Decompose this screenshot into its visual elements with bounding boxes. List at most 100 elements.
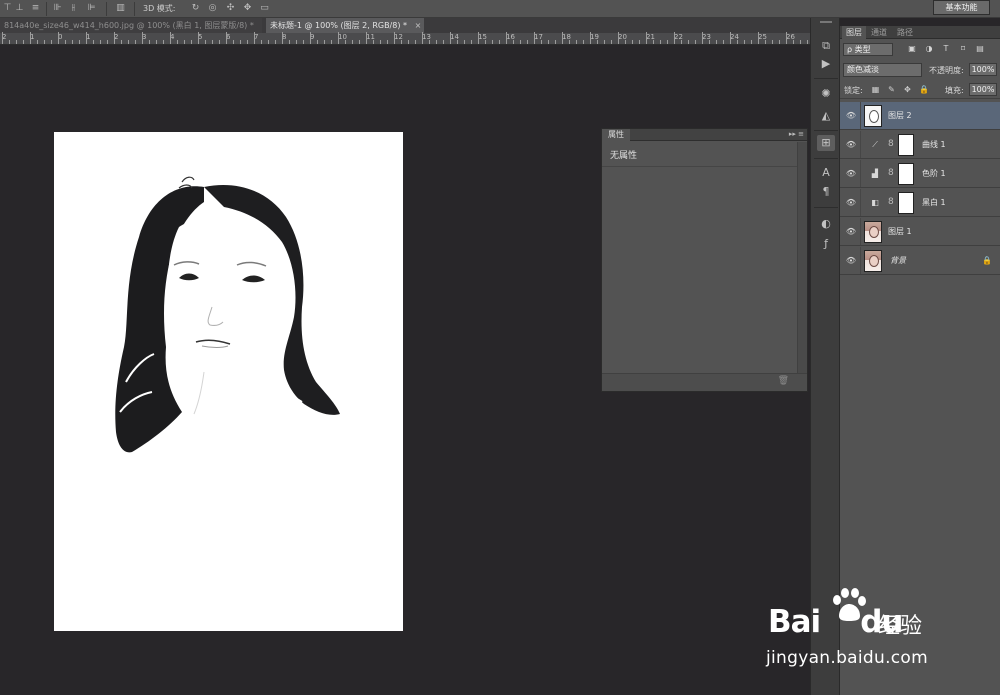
tab-paths[interactable]: 路径 (893, 26, 917, 39)
opacity-input[interactable]: 100% (969, 63, 997, 76)
ruler-tick (674, 32, 675, 44)
lock-row: 锁定: ▦ ✎ ✥ 🔒 填充: 100% (840, 81, 1000, 99)
filter-pixel-icon[interactable]: ▣ (907, 44, 917, 54)
lock-image-icon[interactable]: ✎ (887, 85, 896, 94)
filter-adjustment-icon[interactable]: ◑ (924, 44, 934, 54)
character-icon[interactable]: A (817, 165, 835, 181)
history-icon[interactable]: ⧉ (817, 38, 835, 54)
eye-icon[interactable]: 👁 (845, 111, 857, 121)
layer-thumbnail (864, 105, 882, 127)
auto-align-icon[interactable]: ▥ (115, 3, 126, 14)
eye-icon[interactable]: 👁 (845, 140, 857, 150)
ruler-tick (121, 40, 122, 44)
workspace-switcher[interactable]: 基本功能 (933, 0, 990, 15)
filter-smart-object-icon[interactable]: ▤ (975, 44, 985, 54)
properties-scrollbar[interactable] (797, 142, 807, 374)
ruler-tick (688, 40, 689, 44)
tab-channels[interactable]: 通道 (867, 26, 891, 39)
ruler-tick (2, 32, 3, 44)
layer-row[interactable]: 👁 ⟋ 8 曲线 1 (840, 131, 1000, 159)
panel-menu-icon[interactable]: ≡ (798, 130, 804, 138)
properties-icon[interactable]: ⊞ (817, 135, 835, 151)
ruler-tick (128, 40, 129, 44)
3d-slide-icon[interactable]: ✥ (242, 3, 253, 14)
trash-icon[interactable]: 🗑 (778, 376, 789, 386)
distribute-center-icon[interactable]: ⫲ (68, 3, 79, 14)
properties-panel-footer: 🗑 (602, 373, 807, 391)
layer-mask-thumbnail[interactable] (898, 163, 914, 185)
3d-scale-icon[interactable]: ▭ (259, 3, 270, 14)
ruler-tick (464, 40, 465, 44)
filter-shape-icon[interactable]: ⌑ (958, 44, 968, 54)
ruler-tick (765, 40, 766, 44)
properties-panel-header[interactable]: 属性 ▸▸ ≡ (602, 129, 807, 141)
close-icon[interactable]: × (415, 21, 422, 30)
ruler-tick (667, 40, 668, 44)
distribute-left-icon[interactable]: ⊪ (52, 3, 63, 14)
ruler-tick (632, 40, 633, 44)
align-vcenter-icon[interactable]: ⊥ (14, 3, 25, 14)
layer-name: 图层 2 (888, 111, 912, 120)
link-chain-icon[interactable]: 8 (888, 197, 894, 207)
styles-icon[interactable]: ƒ (817, 236, 835, 252)
link-chain-icon[interactable]: 8 (888, 139, 894, 149)
blend-mode-select[interactable]: 颜色减淡 (843, 63, 922, 77)
eye-icon[interactable]: 👁 (845, 169, 857, 179)
layer-row[interactable]: 👁 ◧ 8 黑白 1 (840, 189, 1000, 217)
play-icon[interactable]: ▶ (817, 56, 835, 72)
layer-filter-kind-select[interactable]: ρ 类型 (843, 43, 893, 56)
adjustments-icon[interactable]: ◐ (817, 216, 835, 232)
layer-row[interactable]: 👁 背景 🔒 (840, 247, 1000, 275)
document-tab-active[interactable]: 未标题-1 @ 100% (图层 2, RGB/8) * × (266, 18, 424, 33)
canvas-area[interactable]: 属性 ▸▸ ≡ 无属性 🗑 (0, 45, 810, 695)
distribute-right-icon[interactable]: ⊫ (86, 3, 97, 14)
document-tab[interactable]: 814a40e_size46_w414_h600.jpg @ 100% (黑白 … (0, 18, 262, 33)
lock-transparent-icon[interactable]: ▦ (871, 85, 880, 94)
ruler-tick (212, 40, 213, 44)
fill-input[interactable]: 100% (969, 83, 997, 96)
navigator-icon[interactable]: ✺ (817, 86, 835, 102)
layer-mask-thumbnail[interactable] (898, 134, 914, 156)
ruler-tick (590, 32, 591, 44)
link-chain-icon[interactable]: 8 (888, 168, 894, 178)
3d-drag-icon[interactable]: ✣ (225, 3, 236, 14)
ruler-tick (583, 40, 584, 44)
align-bottom-icon[interactable]: ≡ (30, 3, 41, 14)
lock-all-icon[interactable]: 🔒 (919, 85, 929, 94)
ruler-tick (289, 40, 290, 44)
close-icon[interactable]: × (261, 21, 262, 30)
tab-layers[interactable]: 图层 (842, 26, 866, 39)
layer-row[interactable]: 👁 图层 2 (840, 102, 1000, 130)
black-white-icon: ◧ (871, 198, 879, 207)
panel-collapse-icon[interactable]: ▸▸ ≡ (789, 130, 804, 138)
histogram-icon[interactable]: ◭ (817, 108, 835, 124)
3d-mode-label: 3D 模式: (143, 4, 176, 13)
ruler-tick (611, 40, 612, 44)
eye-icon[interactable]: 👁 (845, 198, 857, 208)
ruler-tick (373, 40, 374, 44)
3d-roll-icon[interactable]: ◎ (207, 3, 218, 14)
layer-mask-thumbnail[interactable] (898, 192, 914, 214)
horizontal-ruler[interactable]: 2 1 0 1 2 3 4 5 6 7 8 9 10 11 12 13 14 15 16 17 18 19 20 21 22 23… (0, 32, 810, 45)
layer-filter-row: ρ 类型 ▣ ◑ T ⌑ ▤ (840, 40, 1000, 60)
opacity-label: 不透明度: (929, 66, 964, 75)
ruler-tick (450, 32, 451, 44)
layer-row[interactable]: 👁 图层 1 (840, 218, 1000, 246)
document-canvas[interactable] (54, 132, 403, 631)
ruler-tick (499, 40, 500, 44)
ruler-tick (506, 32, 507, 44)
filter-type-icon[interactable]: T (941, 44, 951, 54)
levels-icon: ▟ (871, 169, 879, 178)
eye-icon[interactable]: 👁 (845, 227, 857, 237)
align-top-icon[interactable]: ⊤ (2, 3, 13, 14)
lock-position-icon[interactable]: ✥ (903, 85, 912, 94)
dock-grip-icon[interactable] (820, 21, 832, 23)
divider (860, 189, 861, 216)
eye-icon[interactable]: 👁 (845, 256, 857, 266)
ruler-tick (751, 40, 752, 44)
ruler-tick (247, 40, 248, 44)
ruler-tick (408, 40, 409, 44)
3d-rotate-icon[interactable]: ↻ (190, 3, 201, 14)
layer-row[interactable]: 👁 ▟ 8 色阶 1 (840, 160, 1000, 188)
paragraph-icon[interactable]: ¶ (817, 184, 835, 200)
